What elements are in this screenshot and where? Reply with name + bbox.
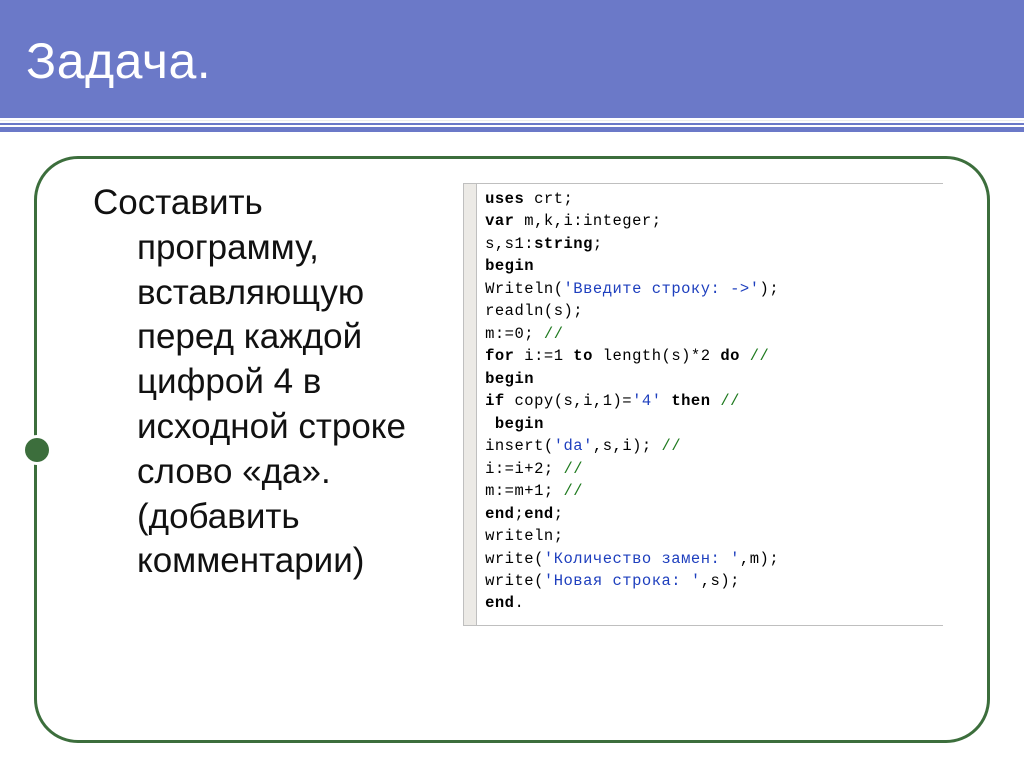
code-listing: uses crt; var m,k,i:integer; s,s1:string… — [477, 184, 787, 625]
code-panel: uses crt; var m,k,i:integer; s,s1:string… — [459, 173, 953, 726]
content-area: Составить программу, вставляющую перед к… — [0, 140, 1024, 767]
str-new: 'Новая строка: ' — [544, 572, 701, 590]
task-text-block: Составить программу, вставляющую перед к… — [71, 173, 459, 726]
comment: // — [564, 460, 584, 478]
kw-var: var — [485, 212, 514, 230]
slide: Задача. Составить программу, вставляющую… — [0, 0, 1024, 767]
code-gutter — [463, 184, 477, 625]
kw-begin: begin — [485, 415, 544, 433]
divider — [0, 120, 1024, 132]
kw-begin: begin — [485, 370, 534, 388]
comment: // — [544, 325, 564, 343]
comment: // — [711, 392, 740, 410]
kw-end: end — [485, 505, 514, 523]
task-paragraph: Составить программу, вставляющую перед к… — [93, 181, 449, 584]
str-da: 'da' — [554, 437, 593, 455]
comment: // — [662, 437, 682, 455]
bullet-icon — [25, 438, 49, 462]
kw-do: do — [720, 347, 740, 365]
str-4: '4' — [632, 392, 661, 410]
kw-uses: uses — [485, 190, 524, 208]
kw-for: for — [485, 347, 514, 365]
content-frame: Составить программу, вставляющую перед к… — [34, 156, 990, 743]
title-band: Задача. — [0, 0, 1024, 120]
str-count: 'Количество замен: ' — [544, 550, 740, 568]
kw-string: string — [534, 235, 593, 253]
divider-thin — [0, 123, 1024, 125]
kw-to: to — [573, 347, 593, 365]
divider-thick — [0, 127, 1024, 132]
kw-then: then — [671, 392, 710, 410]
comment: // — [740, 347, 769, 365]
slide-title: Задача. — [0, 0, 1024, 90]
kw-begin: begin — [485, 257, 534, 275]
kw-end: end — [524, 505, 553, 523]
comment: // — [564, 482, 584, 500]
columns: Составить программу, вставляющую перед к… — [71, 173, 953, 726]
kw-end: end — [485, 594, 514, 612]
code-box: uses crt; var m,k,i:integer; s,s1:string… — [463, 183, 943, 626]
str-prompt: 'Введите строку: ->' — [564, 280, 760, 298]
kw-if: if — [485, 392, 505, 410]
